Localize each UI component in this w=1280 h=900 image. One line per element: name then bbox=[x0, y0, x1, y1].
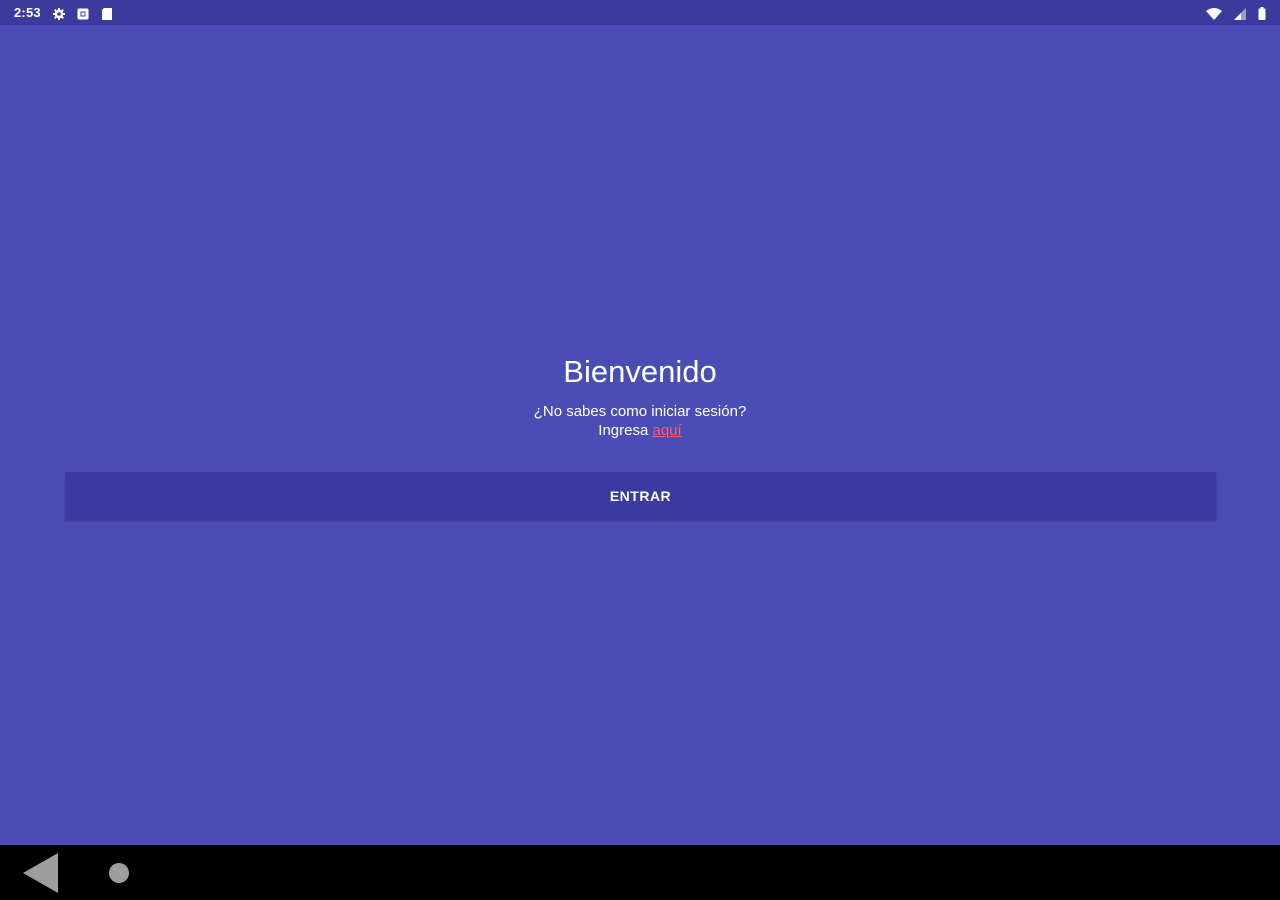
status-bar: 2:53 bbox=[0, 0, 1280, 25]
help-question: ¿No sabes como iniciar sesión? bbox=[533, 403, 747, 420]
status-left: 2:53 bbox=[14, 5, 113, 20]
welcome-title: Bienvenido bbox=[563, 354, 717, 389]
battery-icon bbox=[1258, 6, 1266, 20]
cell-signal-icon bbox=[1234, 7, 1246, 20]
help-link[interactable]: aquí bbox=[653, 422, 682, 439]
help-prompt-line: Ingresa aquí bbox=[0, 421, 1280, 440]
help-prompt-text: Ingresa bbox=[598, 422, 649, 439]
status-right bbox=[1206, 6, 1266, 20]
welcome-content: Bienvenido ¿No sabes como iniciar sesión… bbox=[0, 25, 1280, 845]
wifi-icon bbox=[1206, 7, 1222, 20]
notification-box-icon bbox=[77, 7, 89, 19]
home-icon[interactable] bbox=[108, 862, 130, 884]
sd-card-icon bbox=[101, 7, 113, 20]
app-screen: 2:53 Bienvenido ¿No sabes como iniciar s… bbox=[0, 0, 1280, 900]
enter-button[interactable]: ENTRAR bbox=[65, 472, 1216, 520]
navigation-bar bbox=[0, 845, 1280, 900]
status-time: 2:53 bbox=[14, 5, 41, 20]
back-icon[interactable] bbox=[22, 852, 62, 894]
gear-icon bbox=[52, 7, 65, 20]
